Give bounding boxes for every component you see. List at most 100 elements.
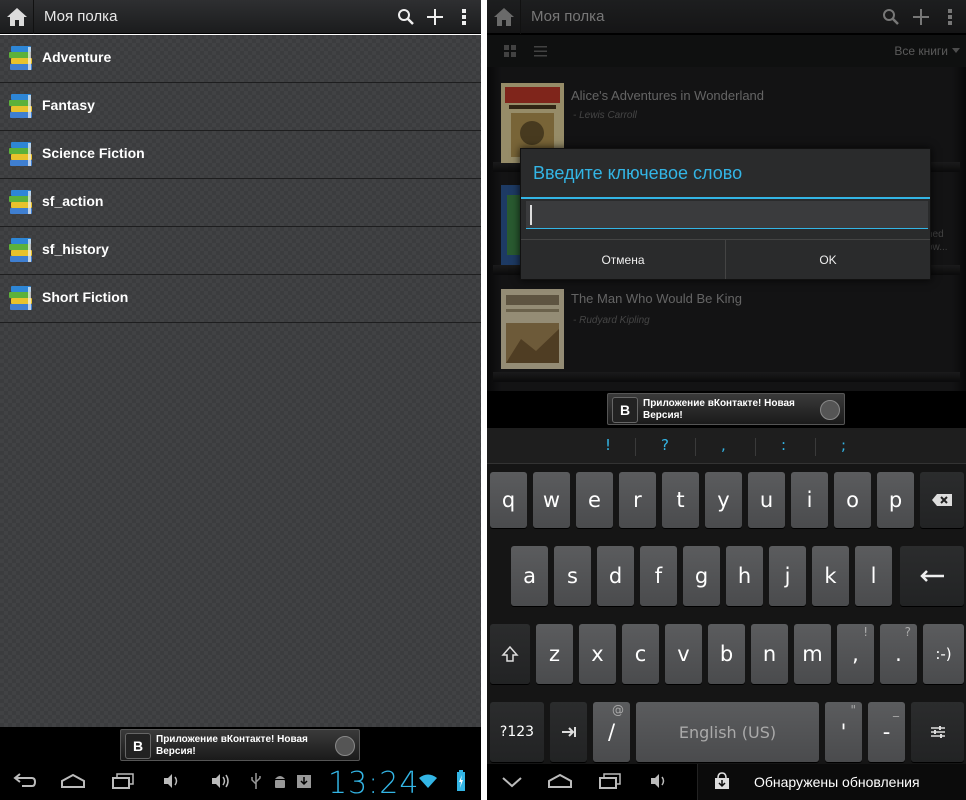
key-n[interactable]: n [751,624,788,684]
list-item[interactable]: sf_action [0,179,481,227]
overflow-menu-button[interactable] [450,0,478,34]
key-h[interactable]: h [726,546,763,606]
key-x[interactable]: x [579,624,616,684]
keyboard-settings-key[interactable] [911,702,964,762]
key-s[interactable]: s [554,546,591,606]
wifi-icon [419,774,437,788]
search-button[interactable] [877,0,905,34]
tab-icon [561,727,576,737]
shift-icon [501,645,519,662]
key-comma[interactable]: , ! [837,624,874,684]
shift-key[interactable] [490,624,530,684]
key-z[interactable]: z [536,624,573,684]
globe-icon [820,400,840,420]
list-item[interactable]: Fantasy [0,83,481,131]
books-icon [9,142,32,166]
back-icon[interactable] [12,772,36,790]
key-l[interactable]: l [855,546,892,606]
plus-icon [427,9,443,25]
backspace-key[interactable] [920,472,964,528]
symbols-key[interactable]: ?123 [490,702,544,762]
suggestion[interactable]: ; [841,436,846,454]
key-w[interactable]: w [533,472,570,528]
key-f[interactable]: f [640,546,677,606]
volume-icon[interactable] [649,772,667,790]
add-button[interactable] [907,0,935,34]
hide-keyboard-icon[interactable] [501,776,523,788]
keyword-dialog: Введите ключевое слово Отмена OK [520,148,931,280]
key-period[interactable]: . ? [880,624,917,684]
key-o[interactable]: o [834,472,871,528]
tab-key[interactable] [550,702,587,762]
key-k[interactable]: k [812,546,849,606]
download-icon [297,775,311,788]
recent-apps-icon[interactable] [599,772,621,790]
suggestion-strip: ! ? , : ; [487,428,966,464]
key-v[interactable]: v [665,624,702,684]
key-d[interactable]: d [597,546,634,606]
ok-button[interactable]: OK [725,240,930,279]
usb-icon [251,773,261,789]
action-bar: Моя полка [487,0,966,34]
key-alt-label: ? [904,625,911,639]
suggestion[interactable]: ! [605,436,611,454]
key-j[interactable]: j [769,546,806,606]
key-e[interactable]: e [576,472,613,528]
key-p[interactable]: p [877,472,914,528]
key-c[interactable]: c [622,624,659,684]
update-notification[interactable]: Обнаружены обновления [697,764,966,800]
books-icon [9,94,32,118]
keyword-input[interactable] [526,201,928,229]
key-main-label: . [895,642,902,666]
key-apostrophe[interactable]: ' " [825,702,862,762]
search-icon [883,9,899,25]
key-m[interactable]: m [794,624,831,684]
vk-logo: B [125,733,151,759]
smiley-key[interactable]: :-) [923,624,964,684]
key-alt-label: ! [863,625,868,639]
list-item[interactable]: sf_history [0,227,481,275]
page-title: Моя полка [44,8,118,25]
home-button[interactable] [0,0,34,34]
suggestion[interactable]: , [721,436,726,454]
add-button[interactable] [421,0,449,34]
left-screen: Моя полка Adventure Fantasy Science Fict… [0,0,481,800]
key-a[interactable]: a [511,546,548,606]
home-nav-icon[interactable] [60,772,86,790]
key-q[interactable]: q [490,472,527,528]
search-button[interactable] [392,0,420,34]
volume-up-icon[interactable] [210,772,232,790]
key-b[interactable]: b [708,624,745,684]
vk-logo: B [612,397,638,423]
key-t[interactable]: t [662,472,699,528]
key-dash[interactable]: - _ [868,702,905,762]
cancel-button[interactable]: Отмена [521,240,725,279]
suggestion[interactable]: : [781,436,786,454]
key-i[interactable]: i [791,472,828,528]
ad-banner[interactable]: B Приложение вКонтакте! Новая Версия! [607,393,845,425]
action-bar: Моя полка [0,0,481,34]
search-icon [398,9,414,25]
key-y[interactable]: y [705,472,742,528]
settings-sliders-icon [930,726,945,738]
space-bar[interactable]: English (US) [636,702,819,762]
key-main-label: / [607,720,616,744]
system-nav-bar: 13:24 [0,764,481,800]
ad-banner[interactable]: B Приложение вКонтакте! Новая Версия! [120,729,360,761]
overflow-menu-button[interactable] [936,0,964,34]
home-button[interactable] [487,0,521,34]
home-nav-icon[interactable] [547,772,573,790]
clock: 13:24 [328,766,420,800]
suggestion[interactable]: ? [661,436,669,454]
enter-key[interactable] [900,546,964,606]
key-g[interactable]: g [683,546,720,606]
list-item[interactable]: Adventure [0,35,481,83]
list-item[interactable]: Short Fiction [0,275,481,323]
ad-text: Приложение вКонтакте! Новая Версия! [156,734,308,757]
recent-apps-icon[interactable] [112,772,134,790]
key-r[interactable]: r [619,472,656,528]
volume-icon[interactable] [162,772,180,790]
key-u[interactable]: u [748,472,785,528]
key-slash[interactable]: / @ [593,702,630,762]
list-item[interactable]: Science Fiction [0,131,481,179]
